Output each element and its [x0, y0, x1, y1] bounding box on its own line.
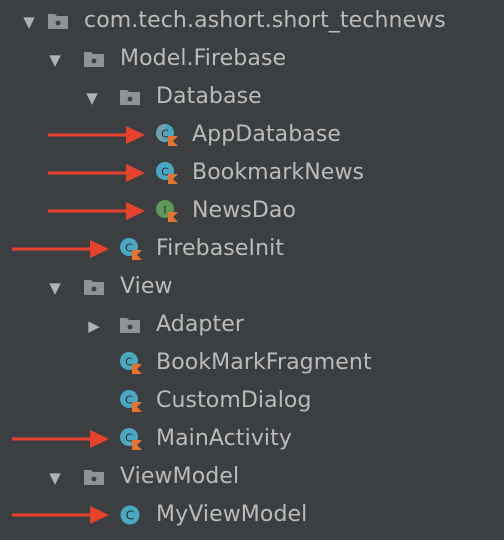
- tree-item-label: Adapter: [156, 312, 244, 337]
- tree-item-label: View: [120, 274, 173, 299]
- kotlin-interface-icon: I: [156, 200, 178, 222]
- tree-item-label: CustomDialog: [156, 388, 312, 413]
- svg-text:C: C: [125, 432, 133, 445]
- tree-item-label: Model.Firebase: [120, 46, 287, 71]
- annotation-arrow-icon: [48, 202, 145, 220]
- tree-item-customdialog[interactable]: C CustomDialog: [0, 382, 504, 420]
- kotlin-class-icon: C: [120, 390, 142, 412]
- expand-arrow-icon[interactable]: ▼: [47, 470, 63, 486]
- java-class-icon: C: [120, 505, 140, 525]
- svg-text:C: C: [125, 356, 133, 369]
- expand-arrow-icon[interactable]: ▼: [84, 90, 100, 106]
- collapse-arrow-icon[interactable]: ▶: [86, 318, 102, 334]
- svg-text:C: C: [161, 128, 169, 141]
- tree-item-mainactivity[interactable]: C MainActivity: [0, 420, 504, 458]
- tree-item-model-firebase[interactable]: ▼ Model.Firebase: [0, 40, 504, 78]
- kotlin-abstract-class-icon: C: [156, 124, 178, 146]
- package-folder-icon: [48, 14, 68, 29]
- tree-item-label: com.tech.ashort.short_technews: [84, 8, 446, 33]
- tree-item-newsdao[interactable]: I NewsDao: [0, 192, 504, 230]
- svg-text:C: C: [125, 394, 133, 407]
- expand-arrow-icon[interactable]: ▼: [47, 52, 63, 68]
- tree-item-label: ViewModel: [120, 464, 240, 489]
- tree-item-firebaseinit[interactable]: C FirebaseInit: [0, 230, 504, 268]
- package-folder-icon: [120, 318, 140, 333]
- annotation-arrow-icon: [12, 240, 109, 258]
- tree-item-viewmodel[interactable]: ▼ ViewModel: [0, 458, 504, 496]
- package-folder-icon: [84, 280, 104, 295]
- expand-arrow-icon[interactable]: ▼: [47, 280, 63, 296]
- annotation-arrow-icon: [12, 506, 109, 524]
- tree-item-view[interactable]: ▼ View: [0, 268, 504, 306]
- annotation-arrow-icon: [48, 164, 145, 182]
- svg-text:C: C: [161, 166, 169, 179]
- tree-item-label: NewsDao: [192, 198, 297, 223]
- svg-text:C: C: [125, 242, 133, 255]
- tree-item-root-package[interactable]: ▼ com.tech.ashort.short_technews: [0, 2, 504, 40]
- tree-item-label: Database: [156, 84, 262, 109]
- tree-item-label: AppDatabase: [192, 122, 342, 147]
- tree-item-bookmarknews[interactable]: C BookmarkNews: [0, 154, 504, 192]
- svg-text:C: C: [126, 509, 134, 523]
- tree-item-label: MyViewModel: [156, 502, 308, 527]
- package-folder-icon: [120, 90, 140, 105]
- kotlin-class-icon: C: [156, 162, 178, 184]
- svg-text:I: I: [163, 204, 166, 217]
- tree-item-database[interactable]: ▼ Database: [0, 78, 504, 116]
- tree-item-label: FirebaseInit: [156, 236, 285, 261]
- package-folder-icon: [84, 52, 104, 67]
- tree-item-appdatabase[interactable]: C AppDatabase: [0, 116, 504, 154]
- tree-item-myviewmodel[interactable]: C MyViewModel: [0, 496, 504, 534]
- tree-item-adapter[interactable]: ▶ Adapter: [0, 306, 504, 344]
- tree-item-label: BookmarkNews: [192, 160, 365, 185]
- tree-item-bookmarkfragment[interactable]: C BookMarkFragment: [0, 344, 504, 382]
- kotlin-class-icon: C: [120, 238, 142, 260]
- annotation-arrow-icon: [12, 430, 109, 448]
- project-tree: ▼ com.tech.ashort.short_technews ▼ Model…: [0, 0, 504, 540]
- tree-item-label: BookMarkFragment: [156, 350, 372, 375]
- annotation-arrow-icon: [48, 126, 145, 144]
- package-folder-icon: [84, 470, 104, 485]
- kotlin-class-icon: C: [120, 352, 142, 374]
- kotlin-class-icon: C: [120, 428, 142, 450]
- tree-item-label: MainActivity: [156, 426, 292, 451]
- expand-arrow-icon[interactable]: ▼: [21, 14, 37, 30]
